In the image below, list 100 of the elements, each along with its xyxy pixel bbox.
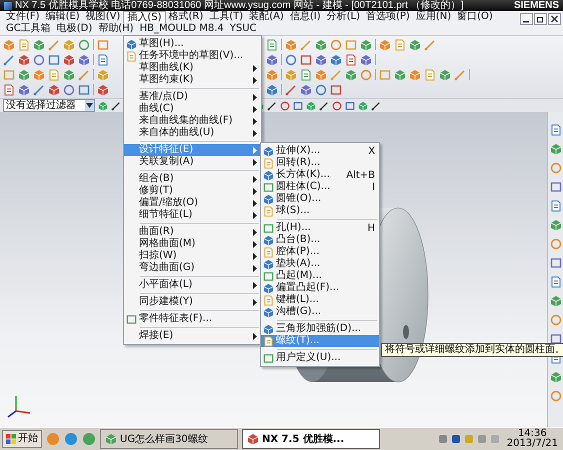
sheet-icon[interactable] [263,336,274,346]
cube-icon[interactable] [394,68,406,80]
menu-item[interactable]: 修剪(T) [124,185,262,197]
circle-icon[interactable] [285,54,297,66]
menu-item[interactable]: 凸台(B)... [261,234,380,246]
cube-icon[interactable] [263,306,274,318]
menu-item[interactable]: HB_MOULD M8.4 [136,23,227,35]
cube-icon[interactable] [266,54,278,66]
cube-icon[interactable] [550,219,562,231]
square-icon[interactable] [550,257,562,269]
menu-item[interactable]: 垫块(A)... [261,258,380,270]
menu-item[interactable]: 草图约束(K) [124,74,262,86]
menu-item[interactable]: 应用(N) [412,11,454,23]
cube-icon[interactable] [266,84,278,96]
sheet-icon[interactable] [300,68,312,80]
menu-item[interactable]: 小平面体(L) [124,279,262,291]
menu-item[interactable]: 凸起(M)... [261,270,380,282]
menu-item[interactable]: 球(S)... [261,205,380,217]
square-icon[interactable] [300,54,312,66]
cube-icon[interactable] [266,68,278,80]
menu-item[interactable]: 信息(I) [286,11,324,23]
menu-item[interactable]: 键槽(L)... [261,294,380,306]
cube-icon[interactable] [63,38,75,50]
menu-item[interactable]: 草图曲线(K) [124,62,262,74]
cube-icon[interactable] [550,143,562,155]
menu-item[interactable]: 插入(S) [123,11,166,23]
cube-icon[interactable] [360,38,372,50]
close-icon[interactable] [548,13,561,25]
line-icon[interactable] [319,100,329,110]
menu-item[interactable]: 文件(F) [3,11,43,23]
menu-item[interactable]: 基准/点(D) [124,91,262,103]
menu-item[interactable]: YSUC [226,23,260,35]
cube-icon[interactable] [263,324,274,334]
menu-item[interactable]: 细节特征(L) [124,209,262,221]
square-icon[interactable] [78,84,90,96]
square-icon[interactable] [345,100,355,110]
circle-icon[interactable] [360,68,372,80]
menu-item[interactable]: 同步建模(Y) [124,296,262,308]
cube-icon[interactable] [263,282,274,294]
cube-icon[interactable] [263,146,274,156]
line-icon[interactable] [371,100,381,110]
circle-icon[interactable] [46,432,60,446]
menu-item[interactable]: 窗口(O) [454,11,496,23]
menu-item[interactable]: 长方体(K)... Alt+B [261,169,380,181]
menu-item[interactable]: 三角形加强筋(D)... [261,323,380,335]
minimize-icon[interactable] [520,13,533,25]
menu-item[interactable]: 格式(R) [166,11,206,23]
cube-icon[interactable] [18,84,30,96]
sheet-icon[interactable] [266,38,278,50]
circle-icon[interactable] [332,100,342,110]
menu-item[interactable]: 腔体(P)... [261,246,380,258]
cube-icon[interactable] [63,68,75,80]
menu-item[interactable]: 分析(L) [324,11,363,23]
taskbar-button[interactable]: UG怎么样画30螺纹 [100,429,238,449]
cube-icon[interactable] [105,433,117,445]
square-icon[interactable] [293,100,303,110]
menu-item[interactable]: 组合(B) [124,173,262,185]
menu-item[interactable]: 扫掠(W) [124,250,262,262]
menu-item[interactable]: 草图(H)... [124,38,262,50]
square-icon[interactable] [48,54,60,66]
menu-item[interactable]: 圆柱体(C)... I [261,181,380,193]
menu-item[interactable]: 圆锥(O)... [261,193,380,205]
circle-icon[interactable] [330,38,342,50]
start-button[interactable]: 开始 [2,430,42,448]
cube-icon[interactable] [126,38,137,50]
restore-icon[interactable] [534,13,547,25]
cube-icon[interactable] [285,68,297,80]
circle-icon[interactable] [550,314,562,326]
menu-item[interactable]: GC工具箱 [3,23,54,35]
square-icon[interactable] [550,181,562,193]
menu-item[interactable]: 用户定义(U)... [261,352,380,364]
cube-icon[interactable] [315,54,327,66]
menu-item[interactable]: 首选项(P) [362,11,413,23]
sheet-icon[interactable] [3,84,15,96]
circle-icon[interactable] [550,162,562,174]
circle-icon[interactable] [550,238,562,250]
menu-item[interactable]: 工具(T) [206,11,246,23]
cube-icon[interactable] [409,68,421,80]
menu-item[interactable]: 焊接(E) [124,330,262,342]
square-icon[interactable] [550,333,562,345]
cube-icon[interactable] [247,433,259,445]
circle-icon[interactable] [550,390,562,402]
menu-item[interactable]: 任务环境中的草图(V)... [124,50,262,62]
cube-icon[interactable] [285,38,297,50]
circle-icon[interactable] [64,432,78,446]
circle-icon[interactable] [315,84,327,96]
cube-icon[interactable] [300,84,312,96]
cube-icon[interactable] [97,68,109,80]
sheet-icon[interactable] [345,54,357,66]
menu-item[interactable]: 沟槽(G)... [261,306,380,318]
cube-icon[interactable] [330,54,342,66]
menu-item[interactable]: 偏置/缩放(O) [124,197,262,209]
circle-icon[interactable] [63,84,75,96]
cube-icon[interactable] [263,234,274,246]
cube-icon[interactable] [48,84,60,96]
menu-item[interactable]: 孔(H)... H [261,222,380,234]
cube-icon[interactable] [3,38,15,50]
menu-item[interactable]: 回转(R)... [261,157,380,169]
cube-icon[interactable] [78,54,90,66]
cube-icon[interactable] [263,194,274,204]
